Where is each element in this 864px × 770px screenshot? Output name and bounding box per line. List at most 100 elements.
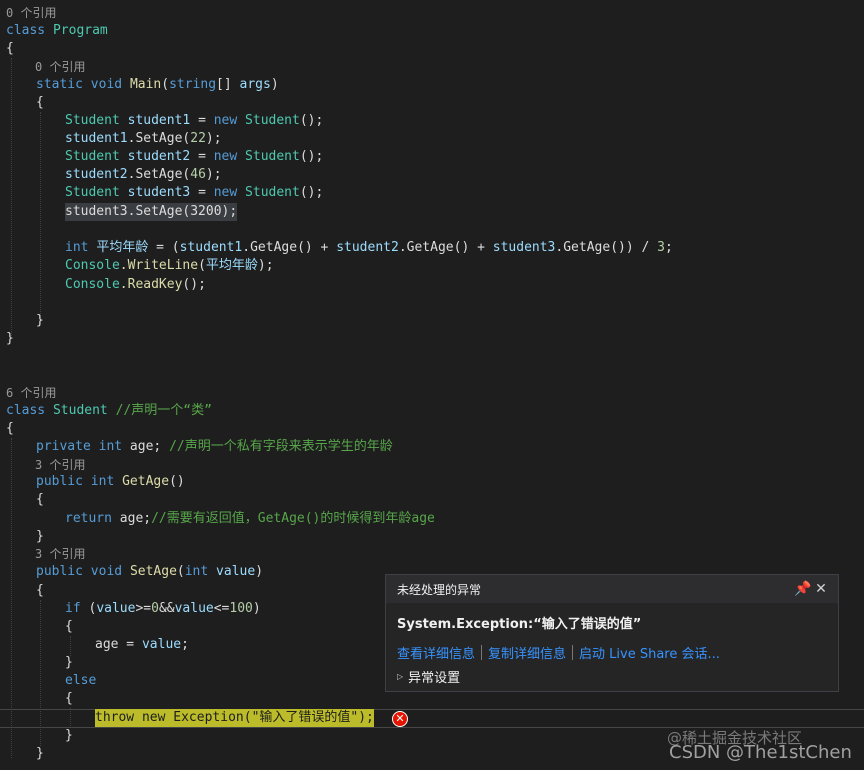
- error-icon[interactable]: ✕: [392, 711, 408, 727]
- punct: =: [190, 185, 214, 200]
- code-line: student2.SetAge(46);: [65, 166, 222, 184]
- punct: .SetAge(: [127, 131, 191, 146]
- var-name: student1: [179, 240, 243, 255]
- punct: ): [252, 601, 261, 616]
- indent-guide: [40, 112, 41, 324]
- code-line: else: [65, 672, 96, 690]
- punct: () +: [297, 240, 337, 255]
- code-line: Student student3 = new Student();: [65, 184, 323, 202]
- link-separator: [572, 645, 574, 660]
- punct: ;: [181, 637, 189, 652]
- code-line: static void Main(string[] args): [36, 76, 279, 94]
- code-line: {: [6, 41, 14, 56]
- punct: );: [257, 258, 274, 273]
- keyword: return: [65, 511, 112, 526]
- exception-message: System.Exception:“输入了错误的值”: [397, 617, 642, 632]
- punct: );: [205, 131, 222, 146]
- code-line: public int GetAge(): [36, 473, 185, 491]
- keyword: class: [6, 23, 46, 38]
- keyword: throw: [95, 710, 135, 725]
- keyword: void: [90, 564, 123, 579]
- keyword: int: [98, 439, 123, 454]
- keyword: int: [184, 564, 209, 579]
- comment: //声明一个“类”: [115, 403, 212, 418]
- comment: //需要有返回值，GetAge()的时候得到年龄age: [151, 511, 435, 526]
- punct: ;: [664, 240, 673, 255]
- keyword: static: [36, 77, 83, 92]
- pin-icon[interactable]: 📌: [794, 580, 812, 598]
- punct: (: [176, 564, 185, 579]
- type-name: Student: [245, 113, 300, 128]
- type-name: Exception: [173, 710, 244, 725]
- link-separator: [481, 645, 483, 660]
- type-name: Student: [65, 185, 120, 200]
- param-name: args: [239, 77, 271, 92]
- class-name: Student: [52, 403, 108, 418]
- code-line: {: [36, 583, 44, 598]
- keyword: if: [65, 601, 81, 616]
- punct: (): [169, 474, 185, 489]
- var-name: student2: [127, 149, 191, 164]
- punct: &&: [158, 601, 175, 616]
- punct: =: [190, 113, 214, 128]
- code-line: }: [65, 655, 73, 670]
- keyword: int: [65, 240, 89, 255]
- var-name: student2: [65, 167, 128, 182]
- type-name: Student: [65, 113, 120, 128]
- field: age;: [122, 439, 170, 454]
- type-name: Student: [245, 149, 300, 164]
- method-name: .WriteLine: [119, 258, 199, 273]
- codelens-references[interactable]: 6 个引用: [6, 384, 56, 402]
- codelens-references[interactable]: 3 个引用: [35, 456, 85, 474]
- punct: ()) /: [610, 240, 658, 255]
- code-line: {: [36, 492, 44, 507]
- indent-guide: [70, 636, 71, 656]
- punct: ): [270, 77, 279, 92]
- punct: .GetAge: [398, 240, 454, 255]
- expand-arrow-icon: ▷: [397, 672, 404, 681]
- number: 3: [657, 240, 665, 255]
- copy-details-link[interactable]: 复制详细信息: [488, 643, 566, 662]
- code-line: class Program: [6, 22, 108, 40]
- field: age;: [111, 511, 152, 526]
- keyword: class: [6, 403, 46, 418]
- code-line: if (value>=0&&value<=100): [65, 600, 261, 618]
- exception-settings-toggle[interactable]: ▷ 异常设置: [397, 667, 460, 686]
- codelens-references[interactable]: 3 个引用: [35, 545, 85, 563]
- popup-links: 查看详细信息 复制详细信息 启动 Live Share 会话...: [397, 643, 720, 662]
- var-name: student2: [336, 240, 399, 255]
- punct: ();: [299, 113, 324, 128]
- punct: ): [255, 564, 264, 579]
- type-name: Console: [65, 277, 120, 292]
- keyword: string: [169, 77, 217, 92]
- keyword: new: [213, 149, 238, 164]
- punct: ();: [299, 149, 324, 164]
- punct: .GetAge: [242, 240, 298, 255]
- field: age =: [95, 637, 142, 652]
- codelens-references[interactable]: 0 个引用: [35, 58, 85, 76]
- punct: (: [80, 601, 97, 616]
- start-live-share-link[interactable]: 启动 Live Share 会话...: [579, 643, 720, 662]
- number: 22: [190, 131, 206, 146]
- exception-helper-popup: 未经处理的异常 📌 ✕ System.Exception:“输入了错误的值” 查…: [385, 574, 839, 692]
- punct: []: [216, 77, 240, 92]
- type-name: Console: [65, 258, 120, 273]
- code-line: }: [6, 331, 14, 346]
- codelens-references[interactable]: 0 个引用: [6, 4, 56, 22]
- code-line: private int age; //声明一个私有字段来表示学生的年龄: [36, 438, 393, 456]
- current-statement-highlight: student3.SetAge(3200);: [65, 203, 238, 221]
- param-name: value: [208, 564, 256, 579]
- view-details-link[interactable]: 查看详细信息: [397, 643, 475, 662]
- keyword: new: [213, 113, 238, 128]
- code-line: Console.WriteLine(平均年龄);: [65, 257, 274, 275]
- popup-title: 未经处理的异常: [397, 582, 482, 597]
- var-name: student3: [127, 185, 191, 200]
- method-name: .ReadKey: [119, 277, 183, 292]
- close-icon[interactable]: ✕: [812, 580, 830, 598]
- keyword: int: [90, 474, 115, 489]
- punct: (: [198, 258, 206, 273]
- var-name: value: [141, 637, 182, 652]
- punct: =: [190, 149, 214, 164]
- punct: ();: [182, 277, 206, 292]
- code-line: class Student //声明一个“类”: [6, 402, 212, 420]
